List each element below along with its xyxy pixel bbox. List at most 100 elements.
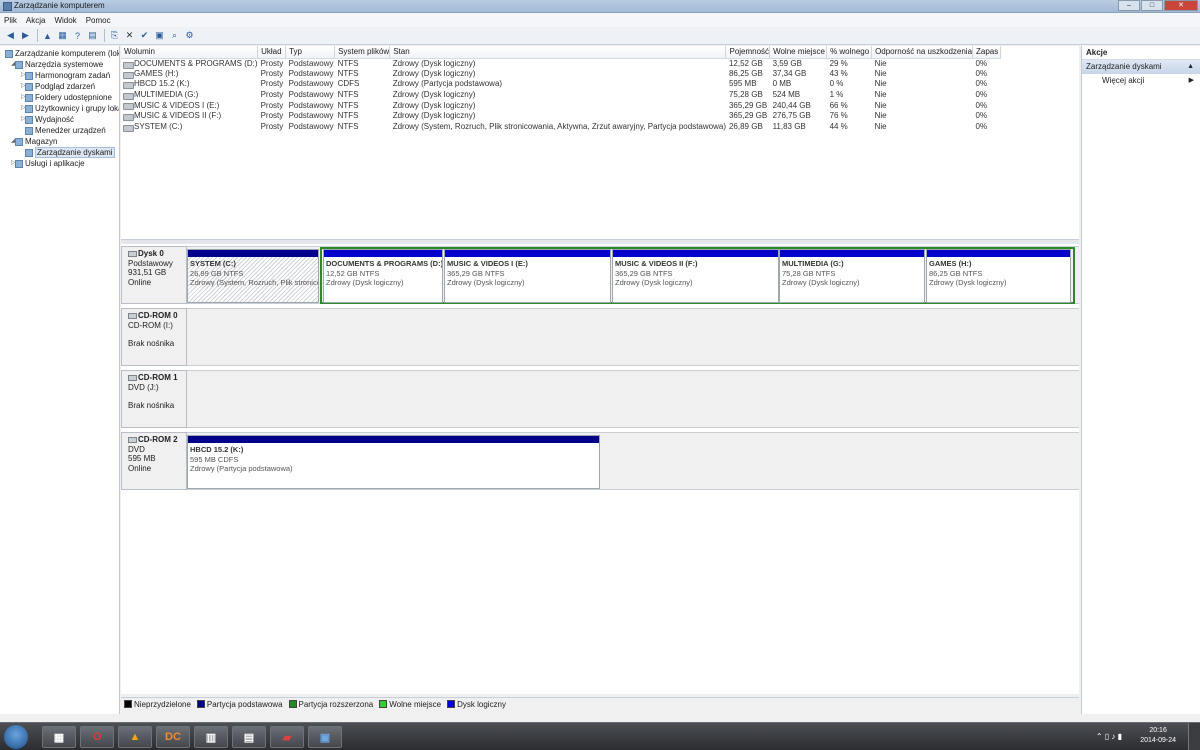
table-row[interactable]: MUSIC & VIDEOS II (F:) Prosty Podstawowy NT… [121,111,1001,122]
partition-block[interactable]: SYSTEM (C:) 26,89 GB NTFS Zdrowy (System, … [187,249,319,303]
taskbar-app-network[interactable]: ▣ [308,726,342,748]
tree-item[interactable]: ▷ Harmonogram zadań [0,70,119,81]
tree-item[interactable]: ▷ Foldery udostępnione [0,92,119,103]
partition-block[interactable]: MUSIC & VIDEOS II (F:) 365,29 GB NTFS Zdro… [612,249,779,303]
tree-item[interactable]: Menedżer urządzeń [0,125,119,136]
table-cell: NTFS [337,90,359,100]
table-cell: 276,75 GB [772,111,811,121]
legend-swatch [447,700,456,708]
table-row[interactable]: MULTIMEDIA (G:) Prosty Podstawowy NTFS Zdrow… [121,90,1001,101]
taskbar-app-dc[interactable]: DC [156,726,190,748]
taskbar-app-opera[interactable]: O [80,726,114,748]
close-button[interactable]: ✕ [1164,0,1198,11]
disk-line4: Online [128,277,152,287]
table-cell: 11,83 GB [772,121,806,131]
legend-label: Wolne miejsce [389,699,442,709]
table-cell: 12,52 GB [728,58,763,68]
taskbar-app-calculator[interactable]: ▥ [194,726,228,748]
partition-block[interactable]: HBCD 15.2 (K:) 595 MB CDFS Zdrowy (Partycj… [187,435,600,489]
actions-group-disk-management[interactable]: Zarządzanie dyskami ▲ [1082,60,1200,74]
partition-block[interactable]: GAMES (H:) 86,25 GB NTFS Zdrowy (Dysk logi… [926,249,1071,303]
partition-type-bar [324,250,442,257]
taskbar-app-explorer[interactable]: ▤ [232,726,266,748]
tree-item[interactable]: ▷ Usługi i aplikacje [0,158,119,169]
table-row[interactable]: SYSTEM (C:) Prosty Podstawowy NTFS Zdrowy (S… [121,122,1001,133]
properties-icon[interactable]: ▤ [86,29,99,42]
tree-item[interactable]: ▷ Podgląd zdarzeń [0,81,119,92]
help-icon[interactable]: ? [71,29,84,42]
partition-name: MUSIC & VIDEOS II (F:) [615,259,698,268]
disk-info[interactable]: CD-ROM 1 DVD (J:) Brak nośnika [121,370,187,428]
table-cell: NTFS [337,111,359,121]
menu-pomoc[interactable]: Pomoc [86,16,111,25]
forward-icon[interactable]: ▶ [19,29,32,42]
table-cell: 26,89 GB [728,121,763,131]
maximize-button[interactable]: □ [1141,0,1163,11]
disk-line2: CD-ROM (I:) [128,320,173,330]
disk-row: CD-ROM 2 DVD 595 MB Online HBCD 15.2 (K:) 595… [121,432,1079,490]
collapse-icon[interactable]: ▲ [1187,60,1194,74]
column-header[interactable]: Wolne miejsce [769,46,828,59]
column-header[interactable]: Wolumin [121,46,259,59]
partition-block[interactable]: MULTIMEDIA (G:) 75,28 GB NTFS Zdrowy (Dysk… [779,249,925,303]
menu-akcja[interactable]: Akcja [26,16,46,25]
open-folder-icon[interactable]: ▣ [153,29,166,42]
tree-item[interactable]: ▷Użytkownicy i grupy lokalne [0,103,119,114]
table-row[interactable]: HBCD 15.2 (K:) Prosty Podstawowy CDFS Zdrowy… [121,79,1001,90]
system-tray[interactable]: ⌃ ▯ ♪ ▮ [1096,732,1122,741]
disk-info[interactable]: CD-ROM 0 CD-ROM (I:) Brak nośnika [121,308,187,366]
tree-item[interactable]: ◢ Magazyn [0,136,119,147]
check-disk-icon[interactable]: ✔ [138,29,151,42]
minimize-button[interactable]: – [1118,0,1140,11]
disk-name: Dysk 0 [128,249,186,259]
partition-block[interactable]: MUSIC & VIDEOS I (E:) 365,29 GB NTFS Zdrow… [444,249,611,303]
search-icon[interactable]: ⌕ [168,29,181,42]
column-header[interactable]: Zapas [972,46,1002,59]
column-header[interactable]: % wolnego [826,46,873,59]
tree-item[interactable]: Zarządzanie komputerem (lokalne) [0,48,119,59]
window-controls: – □ ✕ [1117,0,1198,12]
disk-info[interactable]: Dysk 0 Podstawowy 931,51 GB Online [121,246,187,304]
table-row[interactable]: DOCUMENTS & PROGRAMS (D:) Prosty Podstawow… [121,58,1001,69]
menu-plik[interactable]: Plik [4,16,17,25]
table-cell: NTFS [337,58,359,68]
clock[interactable]: 20:16 2014-09-24 [1140,726,1176,746]
show-desktop-button[interactable] [1188,723,1200,750]
volume-name: DOCUMENTS & PROGRAMS (D:) [121,58,258,69]
partition-block[interactable]: DOCUMENTS & PROGRAMS (D:) 12,52 GB NTFS Zd… [323,249,443,303]
tree-item-label: Magazyn [25,137,58,146]
taskbar-app-vlc[interactable]: ▲ [118,726,152,748]
column-header[interactable]: Stan [389,46,727,59]
partition-name: MULTIMEDIA (G:) [782,259,844,268]
node-icon [5,50,13,58]
table-row[interactable]: GAMES (H:) Prosty Podstawowy NTFS Zdrowy (Dy… [121,69,1001,80]
console-tree-icon[interactable]: ▦ [56,29,69,42]
table-row[interactable]: MUSIC & VIDEOS I (E:) Prosty Podstawowy NTF… [121,100,1001,111]
tree-item[interactable]: ▷ Wydajność [0,114,119,125]
taskbar-app-toolbox[interactable]: ▰ [270,726,304,748]
column-header[interactable]: Typ [285,46,336,59]
more-actions-item[interactable]: Więcej akcji ▶ [1082,74,1200,88]
settings-icon[interactable]: ⚙ [183,29,196,42]
partition-type-bar [188,250,318,257]
start-button[interactable] [4,725,28,749]
table-cell: Zdrowy (Dysk logiczny) [392,58,476,68]
tree-item[interactable]: ◢ Narzędzia systemowe [0,59,119,70]
title-bar: Zarządzanie komputerem – □ ✕ [0,0,1200,13]
disk-row: CD-ROM 0 CD-ROM (I:) Brak nośnika [121,308,1079,366]
column-header[interactable]: Pojemność [725,46,771,59]
delete-icon[interactable]: ✕ [123,29,136,42]
column-header[interactable]: System plików [334,46,391,59]
table-cell: 37,34 GB [772,68,807,78]
menu-widok[interactable]: Widok [54,16,76,25]
disk-info[interactable]: CD-ROM 2 DVD 595 MB Online [121,432,187,490]
taskbar-app-computer-management[interactable]: ▦ [42,726,76,748]
table-cell: Prosty [260,90,284,100]
column-header[interactable]: Odporność na uszkodzenia [871,46,974,59]
back-icon[interactable]: ◀ [4,29,17,42]
column-header[interactable]: Układ [257,46,287,59]
table-cell: 0% [975,68,988,78]
tree-item[interactable]: Zarządzanie dyskami [0,147,119,158]
export-icon[interactable]: ⎘ [108,29,121,42]
up-folder-icon[interactable]: ▲ [41,29,54,42]
